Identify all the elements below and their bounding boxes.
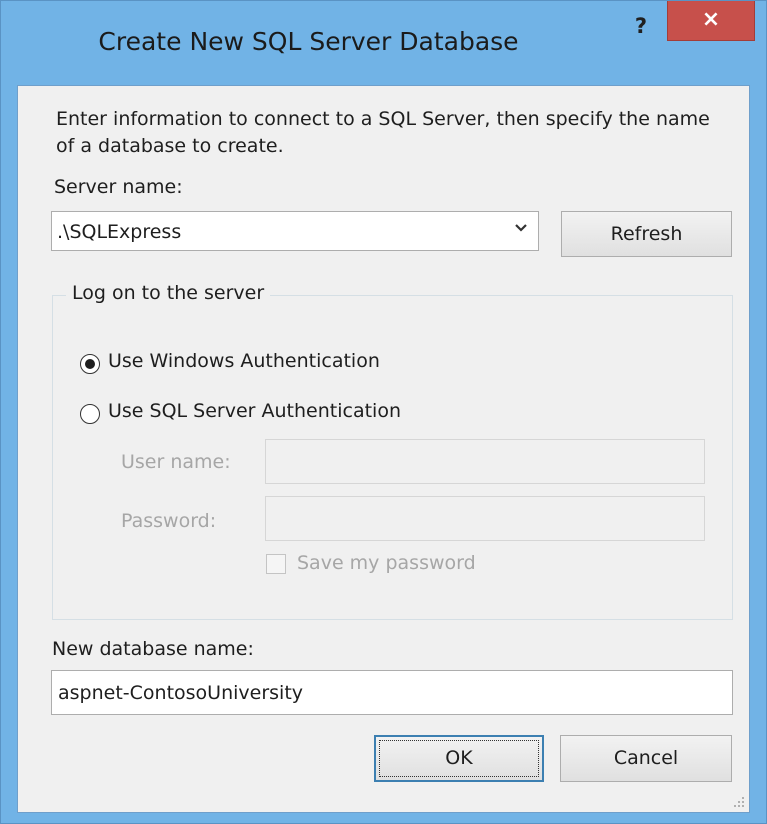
password-label: Password:	[121, 510, 217, 532]
dialog-body: Enter information to connect to a SQL Se…	[17, 85, 750, 813]
password-field[interactable]	[265, 496, 705, 541]
close-icon: ×	[701, 7, 721, 32]
server-name-combobox[interactable]: .\SQLExpress	[51, 211, 539, 251]
chevron-down-icon[interactable]	[514, 220, 528, 236]
database-name-input[interactable]	[52, 671, 732, 714]
sql-auth-label: Use SQL Server Authentication	[108, 400, 401, 422]
user-name-field[interactable]	[265, 439, 705, 484]
focus-ring	[379, 740, 539, 777]
dialog-window: Create New SQL Server Database ? × Enter…	[0, 0, 767, 824]
server-name-value: .\SQLExpress	[57, 221, 182, 243]
ok-button[interactable]: OK	[374, 735, 544, 782]
cancel-button[interactable]: Cancel	[560, 735, 732, 782]
logon-group-title: Log on to the server	[66, 282, 271, 304]
user-name-label: User name:	[121, 451, 231, 473]
radio-selected-dot	[85, 359, 95, 369]
title-bar[interactable]: Create New SQL Server Database ? ×	[1, 1, 766, 85]
windows-auth-radio[interactable]	[80, 354, 100, 374]
help-button[interactable]: ?	[619, 9, 663, 49]
save-password-label: Save my password	[297, 552, 476, 574]
logon-groupbox: Log on to the server Use Windows Authent…	[52, 282, 733, 620]
resize-grip-icon[interactable]	[733, 796, 745, 808]
sql-auth-radio[interactable]	[80, 404, 100, 424]
windows-auth-label: Use Windows Authentication	[108, 350, 380, 372]
server-name-label: Server name:	[54, 176, 183, 198]
close-button[interactable]: ×	[667, 1, 755, 41]
intro-text: Enter information to connect to a SQL Se…	[56, 108, 710, 157]
refresh-button[interactable]: Refresh	[561, 211, 732, 257]
save-password-checkbox[interactable]	[266, 554, 286, 574]
database-name-label: New database name:	[52, 638, 254, 660]
database-name-field[interactable]	[51, 670, 733, 715]
dialog-title: Create New SQL Server Database	[98, 27, 519, 56]
